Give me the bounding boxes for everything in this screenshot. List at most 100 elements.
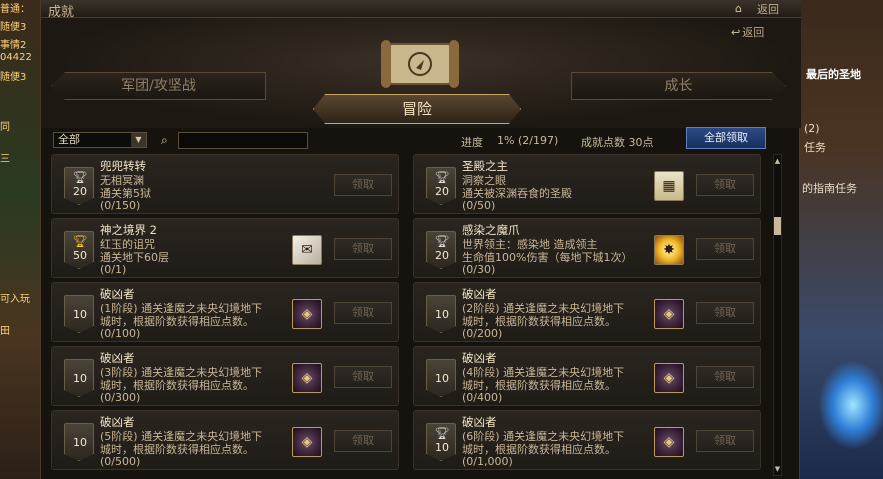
trophy-silver-icon: 🏆︎ — [434, 170, 450, 184]
points-badge: 10 — [426, 359, 456, 397]
points-badge: 🏆︎ 20 — [64, 167, 94, 205]
reward-glyph-icon: ◈ — [663, 434, 675, 450]
badge-points: 10 — [435, 441, 449, 454]
achievement-progress: (0/1,000) — [462, 455, 513, 468]
side-text[interactable]: 的指南任务 — [802, 180, 857, 196]
achievement-card: 🏆︎ 20 感染之魔爪 世界领主：感染地 造成领主 生命值100%伤害（每地下城1次）(… — [413, 218, 761, 278]
back-link[interactable]: ↩ 返回 — [731, 24, 764, 40]
achievement-progress: (0/100) — [100, 327, 141, 340]
achievement-points: 成就点数 30点 — [581, 136, 654, 149]
side-text: (2) — [804, 122, 820, 135]
reward-crest-icon[interactable]: ◈ — [654, 363, 684, 393]
claim-button[interactable]: 领取 — [696, 238, 754, 260]
claim-button[interactable]: 领取 — [334, 366, 392, 388]
reward-crest-icon[interactable]: ◈ — [654, 427, 684, 457]
progress-label: 进度 — [461, 136, 483, 149]
achievement-progress: (0/50) — [462, 199, 496, 212]
reward-crest-icon[interactable]: ◈ — [292, 427, 322, 457]
trophy-gold-icon: 🏆︎ — [72, 234, 88, 248]
achievement-progress: (0/200) — [462, 327, 503, 340]
progress-count: (2/197) — [517, 134, 559, 147]
reward-crest-icon[interactable]: ◈ — [654, 299, 684, 329]
badge-points: 10 — [73, 308, 87, 321]
achievement-card: 🏆︎ 10 破凶者 (6阶段) 通关逢魔之未央幻境地下 城时，根据阶数获得相应点数。 (0… — [413, 410, 761, 470]
scroll-up-icon[interactable]: ▲ — [774, 157, 781, 165]
achievement-card: 10 破凶者 (4阶段) 通关逢魔之未央幻境地下 城时，根据阶数获得相应点数。 (0/4… — [413, 346, 761, 406]
scrollbar[interactable]: ▲ ▼ — [773, 154, 782, 476]
chevron-down-icon[interactable]: ▼ — [131, 133, 146, 147]
side-text[interactable]: 任务 — [804, 139, 826, 155]
points-badge: 🏆︎ 20 — [426, 167, 456, 205]
claim-button[interactable]: 领取 — [334, 174, 392, 196]
portal-effect — [818, 360, 883, 450]
reward-glyph-icon: ◈ — [663, 306, 675, 322]
reward-glyph-icon: ✉ — [301, 242, 313, 258]
reward-scroll-icon[interactable]: ✉ — [292, 235, 322, 265]
back-arrow-icon: ↩ — [731, 26, 741, 39]
reward-gold-icon[interactable]: ✸ — [654, 235, 684, 265]
badge-points: 50 — [73, 249, 87, 262]
claim-all-button[interactable]: 全部领取 — [686, 127, 766, 149]
claim-button[interactable]: 领取 — [334, 430, 392, 452]
points-badge: 10 — [64, 359, 94, 397]
tab-growth[interactable]: 成长 — [571, 72, 786, 100]
category-dropdown[interactable]: 全部 ▼ — [53, 132, 147, 148]
scroll-emblem-icon — [381, 40, 459, 88]
achievement-list: 🏆︎ 20 兜兜转转 无相冥渊 通关第5狱 (0/150) 领取 🏆︎ 20 圣殿之主 洞察之眼 通关… — [51, 154, 767, 476]
home-icon[interactable]: ⌂ — [735, 2, 749, 15]
achievement-window: 成就 ⌂ 返回 ↩ 返回 军团/攻坚战 成长 冒险 全部 ▼ ⌕ 进度 1% (2… — [40, 0, 801, 479]
progress-percent: 1% — [497, 134, 515, 147]
points-badge: 🏆︎ 10 — [426, 423, 456, 461]
tab-adventure[interactable]: 冒险 — [313, 94, 521, 124]
achievement-progress: (0/30) — [462, 263, 496, 276]
title-bar: 成就 ⌂ 返回 — [41, 0, 801, 20]
search-icon[interactable]: ⌕ — [161, 133, 175, 147]
reward-crest-icon[interactable]: ◈ — [292, 299, 322, 329]
achievement-card: 10 破凶者 (2阶段) 通关逢魔之未央幻境地下 城时，根据阶数获得相应点数。 (0/2… — [413, 282, 761, 342]
chat-line: 普通： — [0, 4, 30, 15]
claim-button[interactable]: 领取 — [696, 174, 754, 196]
reward-crest-icon[interactable]: ◈ — [292, 363, 322, 393]
points-badge: 🏆︎ 50 — [64, 231, 94, 269]
claim-button[interactable]: 领取 — [334, 238, 392, 260]
scroll-down-icon[interactable]: ▼ — [774, 465, 781, 473]
claim-button[interactable]: 领取 — [334, 302, 392, 324]
points-badge: 10 — [64, 423, 94, 461]
achievement-card: 10 破凶者 (5阶段) 通关逢魔之未央幻境地下 城时，根据阶数获得相应点数。 (0/5… — [51, 410, 399, 470]
achievement-progress: (0/300) — [100, 391, 141, 404]
chat-line: 04422 — [0, 52, 32, 63]
claim-button[interactable]: 领取 — [696, 302, 754, 324]
reward-glyph-icon: ▦ — [662, 178, 676, 194]
claim-button[interactable]: 领取 — [696, 366, 754, 388]
badge-points: 20 — [73, 185, 87, 198]
game-background-left: 普通： 随便3 事情2 04422 随便3 同 三 可入玩 田 — [0, 0, 40, 479]
badge-points: 10 — [73, 372, 87, 385]
achievement-card: 🏆︎ 20 圣殿之主 洞察之眼 通关被深渊吞食的圣殿 (0/50) ▦ 领取 — [413, 154, 761, 214]
badge-points: 10 — [73, 436, 87, 449]
trophy-silver-icon: 🏆︎ — [434, 234, 450, 248]
category-dropdown-value: 全部 — [58, 133, 80, 146]
badge-points: 10 — [435, 308, 449, 321]
reward-note-icon[interactable]: ▦ — [654, 171, 684, 201]
achievement-progress: (0/500) — [100, 455, 141, 468]
trophy-silver-icon: 🏆︎ — [72, 170, 88, 184]
progress-value: 1% (2/197) — [497, 134, 558, 147]
tab-legion[interactable]: 军团/攻坚战 — [51, 72, 266, 100]
close-button[interactable]: 返回 — [757, 1, 779, 17]
achievement-card: 🏆︎ 20 兜兜转转 无相冥渊 通关第5狱 (0/150) 领取 — [51, 154, 399, 214]
chat-line: 随便3 — [0, 22, 27, 33]
achievement-progress: (0/150) — [100, 199, 141, 212]
reward-glyph-icon: ◈ — [301, 306, 313, 322]
achievement-card: 🏆︎ 50 神之境界 2 红玉的诅咒 通关地下60层 (0/1) ✉ 领取 — [51, 218, 399, 278]
reward-glyph-icon: ✸ — [663, 242, 675, 258]
achievement-card: 10 破凶者 (3阶段) 通关逢魔之未央幻境地下 城时，根据阶数获得相应点数。 (0/3… — [51, 346, 399, 406]
chat-line: 可入玩 — [0, 294, 30, 305]
reward-glyph-icon: ◈ — [301, 370, 313, 386]
trophy-silver-icon: 🏆︎ — [434, 426, 450, 440]
scroll-thumb[interactable] — [774, 217, 781, 235]
quest-banner-title[interactable]: 最后的圣地 — [806, 66, 861, 82]
claim-button[interactable]: 领取 — [696, 430, 754, 452]
search-input[interactable] — [178, 132, 308, 149]
reward-glyph-icon: ◈ — [663, 370, 675, 386]
achievement-card: 10 破凶者 (1阶段) 通关逢魔之未央幻境地下 城时，根据阶数获得相应点数。 (0/1… — [51, 282, 399, 342]
